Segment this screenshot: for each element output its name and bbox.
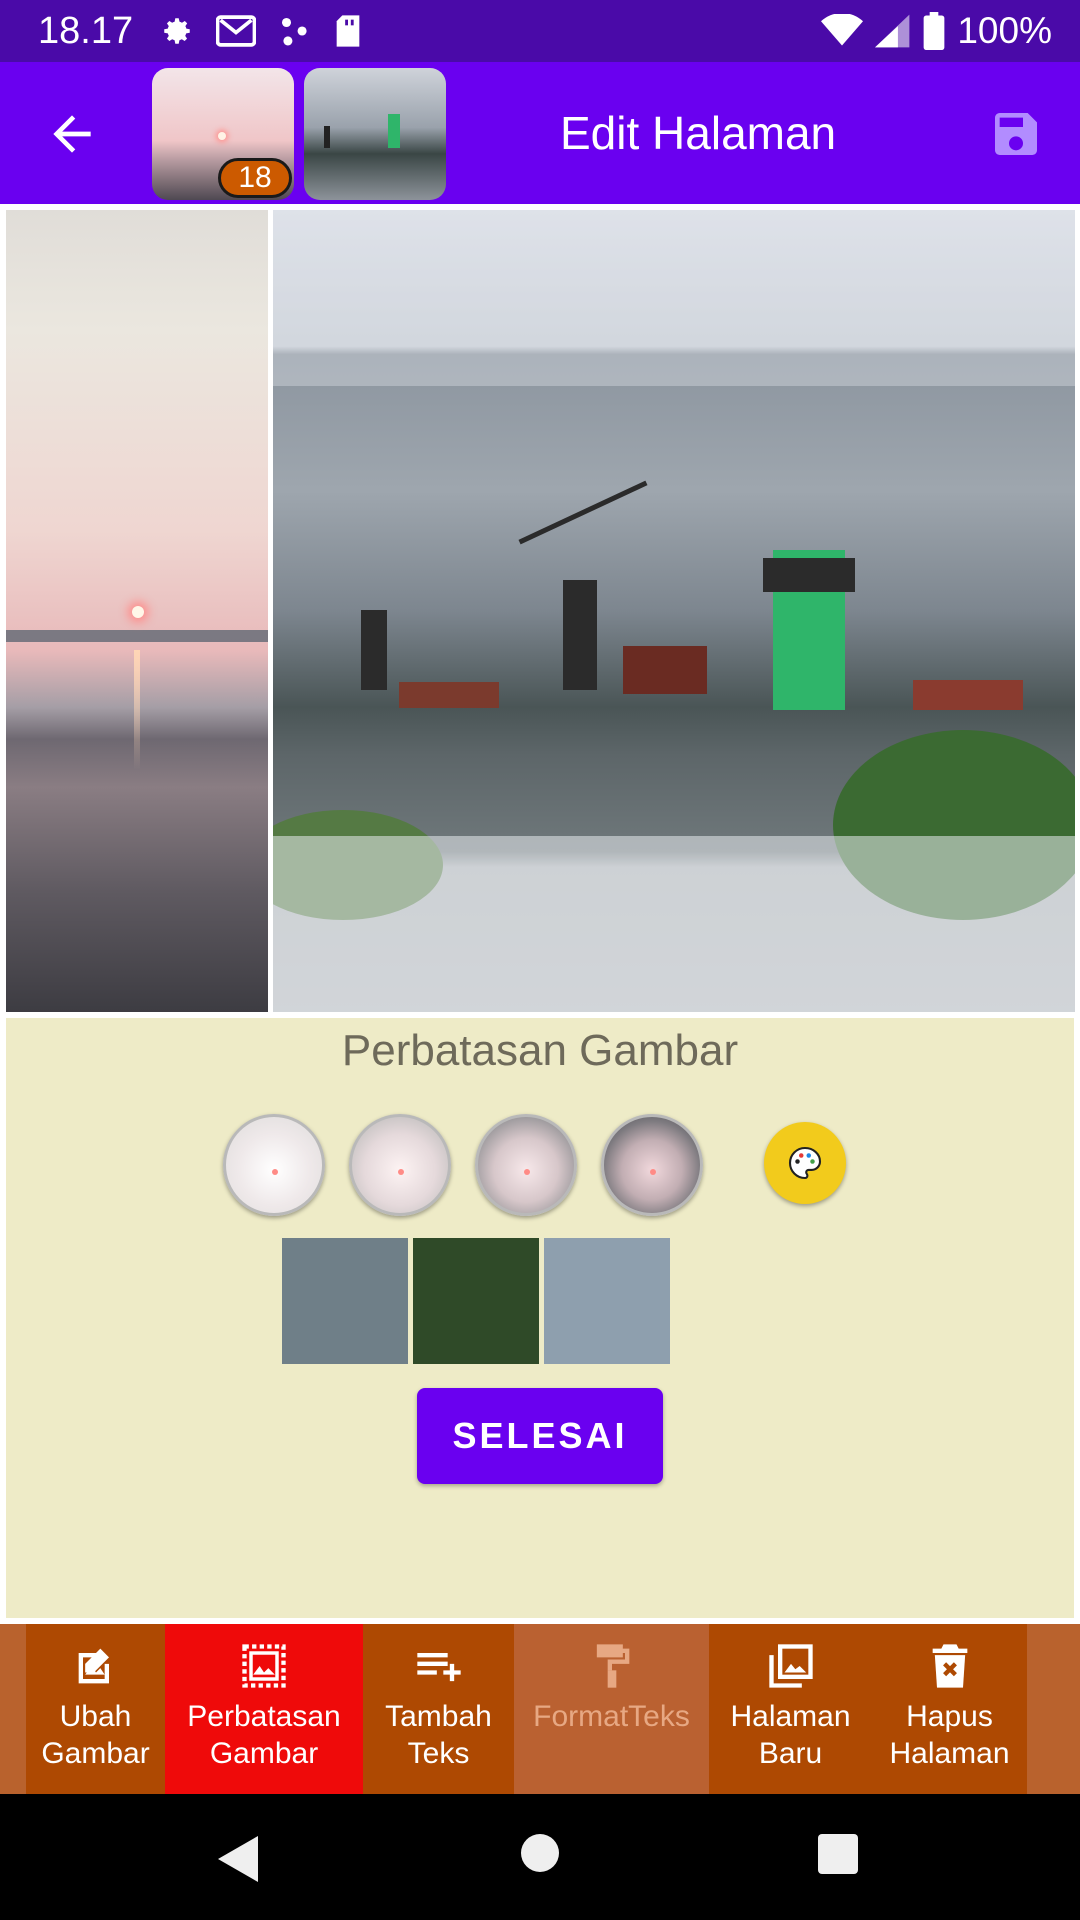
border-option-4[interactable] — [601, 1114, 703, 1216]
new-page-icon — [768, 1644, 813, 1688]
format-paint-icon — [596, 1644, 629, 1688]
windmill-photo[interactable] — [273, 210, 1075, 1012]
palette-icon — [789, 1146, 822, 1180]
panel-title: Perbatasan Gambar — [341, 1026, 739, 1075]
status-bar: 18.17 100% — [0, 0, 1080, 62]
photo-fade-top — [273, 210, 1075, 386]
nav-recents-icon[interactable] — [818, 1834, 858, 1874]
tool-label-line1: Perbatasan — [187, 1700, 341, 1733]
border-option-2[interactable] — [349, 1114, 451, 1216]
app-bar: 18 Edit Halaman — [0, 62, 1080, 204]
gmail-icon — [216, 15, 256, 47]
tool-border-image[interactable]: Perbatasan Gambar — [165, 1624, 363, 1794]
tool-label-line1: Hapus — [906, 1700, 993, 1733]
tool-add-text[interactable]: Tambah Teks — [363, 1624, 514, 1794]
thumbnail-sun — [218, 132, 226, 140]
page-title: Edit Halaman — [560, 107, 837, 159]
mountain-ridge — [6, 630, 268, 642]
sun-reflection — [134, 650, 140, 770]
done-button[interactable]: SELESAI — [417, 1388, 663, 1484]
status-icons-left — [160, 14, 362, 48]
border-panel: Perbatasan Gambar SELESAI — [6, 1018, 1074, 1618]
edit-image-icon — [78, 1648, 109, 1684]
option-sun — [272, 1169, 278, 1175]
border-image-icon — [242, 1644, 286, 1688]
battery-icon — [923, 12, 945, 50]
system-nav-bar — [0, 1794, 1080, 1920]
tool-label-line2: Baru — [758, 1737, 823, 1770]
border-option-3[interactable] — [475, 1114, 577, 1216]
option-sun — [524, 1169, 530, 1175]
wifi-icon — [821, 14, 864, 46]
back-arrow-icon[interactable] — [44, 106, 100, 162]
photo-fade-bottom — [273, 836, 1075, 1012]
signal-icon — [875, 14, 910, 48]
dots-icon — [281, 17, 307, 46]
tool-label-line1: Ubah — [59, 1700, 132, 1733]
status-right: 100% — [821, 10, 1052, 52]
tool-format-text[interactable]: FormatTeks — [514, 1624, 709, 1794]
windmill-2 — [563, 580, 597, 690]
tool-label-line2: Halaman — [889, 1737, 1010, 1770]
color-swatch-2[interactable] — [413, 1238, 539, 1364]
tool-new-page[interactable]: Halaman Baru — [709, 1624, 872, 1794]
sd-card-icon — [336, 15, 360, 47]
tool-delete-page[interactable]: Hapus Halaman — [872, 1624, 1027, 1794]
sun — [132, 606, 144, 618]
tool-label-line1: FormatTeks — [533, 1700, 690, 1733]
photo-layout — [0, 204, 1080, 1018]
save-icon[interactable] — [988, 106, 1044, 162]
sunset-photo[interactable] — [6, 210, 268, 1012]
tool-label-line2: Gambar — [209, 1737, 319, 1770]
farm-house — [913, 680, 1023, 710]
tool-edit-image[interactable]: Ubah Gambar — [26, 1624, 165, 1794]
thumbnail-green-mill — [388, 114, 400, 148]
page-thumbnail-2[interactable] — [304, 68, 446, 200]
red-roof — [399, 682, 499, 708]
color-swatch-1[interactable] — [282, 1238, 408, 1364]
windmill-2-sail — [518, 480, 648, 545]
bottom-toolbar: Ubah Gambar Perbatasan Gambar Tambah Tek… — [0, 1624, 1080, 1794]
option-sun — [398, 1169, 404, 1175]
tool-label-line2: Gambar — [41, 1737, 150, 1770]
option-sun — [650, 1169, 656, 1175]
nav-home-icon[interactable] — [521, 1834, 559, 1872]
delete-page-icon — [932, 1644, 967, 1688]
battery-percent: 100% — [957, 10, 1052, 51]
tool-label-line2: Teks — [407, 1737, 470, 1770]
green-windmill-cap — [763, 558, 855, 592]
nav-back-icon[interactable] — [218, 1836, 258, 1882]
status-time: 18.17 — [38, 10, 134, 52]
thumbnail-windmill — [324, 126, 330, 148]
border-option-1[interactable] — [223, 1114, 325, 1216]
tool-label-line1: Halaman — [730, 1700, 851, 1733]
add-text-icon — [416, 1653, 461, 1682]
color-swatch-3[interactable] — [544, 1238, 670, 1364]
color-palette-button[interactable] — [764, 1122, 846, 1204]
windmill-1 — [361, 610, 387, 690]
red-house — [623, 646, 707, 694]
page-count-badge: 18 — [218, 158, 292, 198]
settings-icon — [164, 18, 190, 44]
tool-label-line1: Tambah — [385, 1700, 492, 1733]
